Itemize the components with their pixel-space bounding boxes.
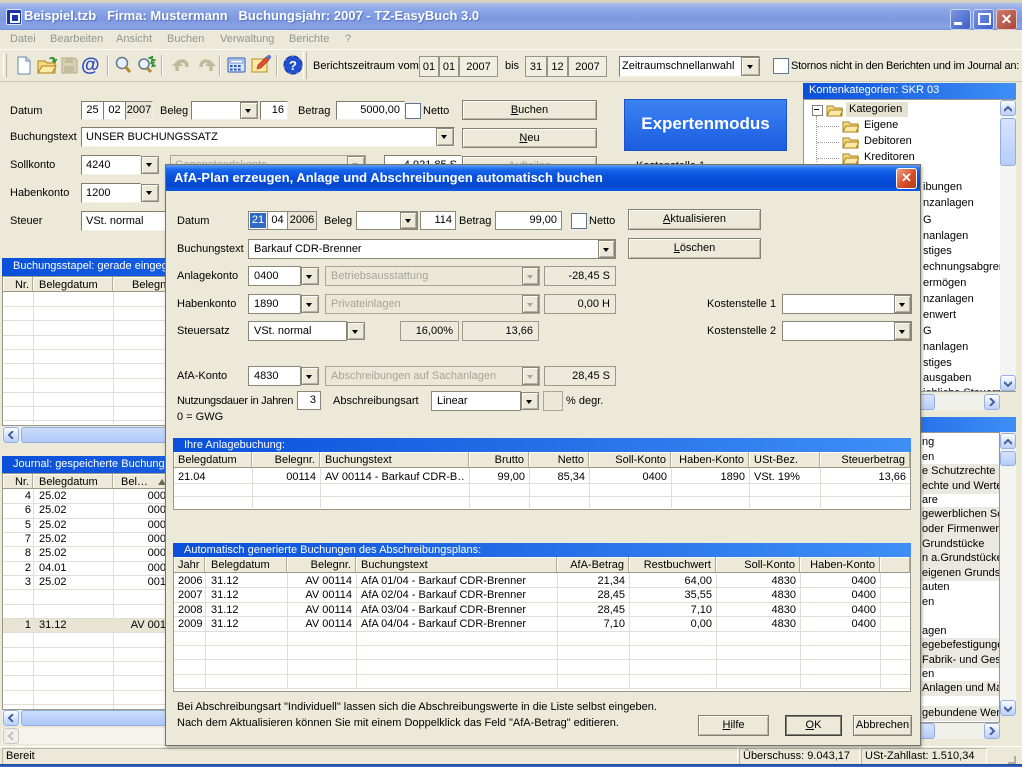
- svg-text:?: ?: [289, 58, 297, 73]
